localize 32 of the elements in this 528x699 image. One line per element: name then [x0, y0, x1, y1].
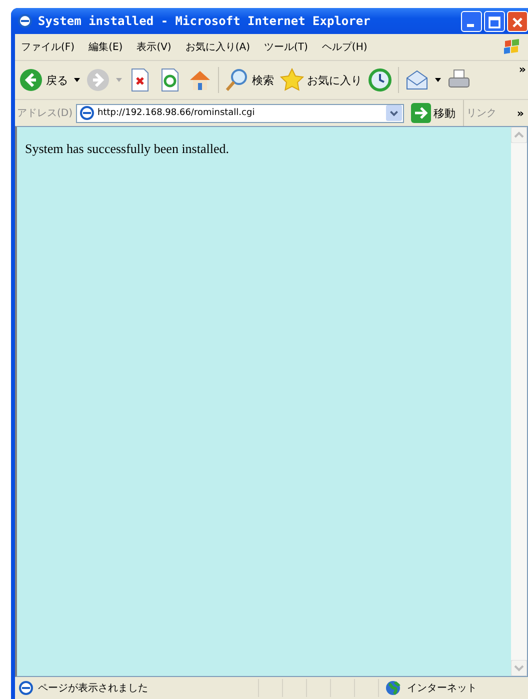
zone-text: インターネット: [407, 682, 477, 695]
arrow-right-icon: [410, 103, 431, 123]
dropdown-arrow-icon[interactable]: [74, 78, 80, 82]
page-text: System has successfully been installed.: [25, 141, 230, 157]
dropdown-arrow-icon[interactable]: [435, 78, 441, 82]
back-button[interactable]: 戻る: [19, 68, 68, 92]
menu-item[interactable]: ファイル(F): [21, 40, 75, 54]
address-label: アドレス(D): [17, 107, 73, 120]
windows-logo-icon: [502, 37, 522, 57]
minimize-icon: [467, 24, 474, 26]
menu-item[interactable]: お気に入り(A): [185, 40, 250, 54]
search-button[interactable]: 検索: [225, 68, 274, 92]
maximize-button[interactable]: [484, 10, 505, 32]
more-button[interactable]: »: [516, 106, 524, 120]
more-button[interactable]: »: [518, 63, 526, 76]
home-icon[interactable]: [188, 68, 212, 92]
close-button[interactable]: [507, 10, 528, 32]
address-field[interactable]: http://192.168.98.66/rominstall.cgi: [76, 104, 404, 122]
star-icon: [280, 68, 304, 92]
menu-item[interactable]: 編集(E): [88, 40, 123, 54]
mail-icon[interactable]: [405, 68, 429, 92]
search-icon: [225, 68, 249, 92]
favorites-button[interactable]: お気に入り: [280, 68, 362, 92]
menu-item[interactable]: ヘルプ(H): [322, 40, 368, 54]
status-text: ページが表示されました: [38, 682, 148, 695]
minimize-button[interactable]: [461, 10, 482, 32]
globe-icon: [385, 680, 401, 696]
menu-item[interactable]: ツール(T): [264, 40, 308, 54]
menu-item[interactable]: 表示(V): [136, 40, 172, 54]
window-title: System installed - Microsoft Internet Explorer: [38, 14, 372, 28]
history-icon[interactable]: [368, 68, 392, 92]
go-button[interactable]: 移動: [406, 103, 460, 123]
